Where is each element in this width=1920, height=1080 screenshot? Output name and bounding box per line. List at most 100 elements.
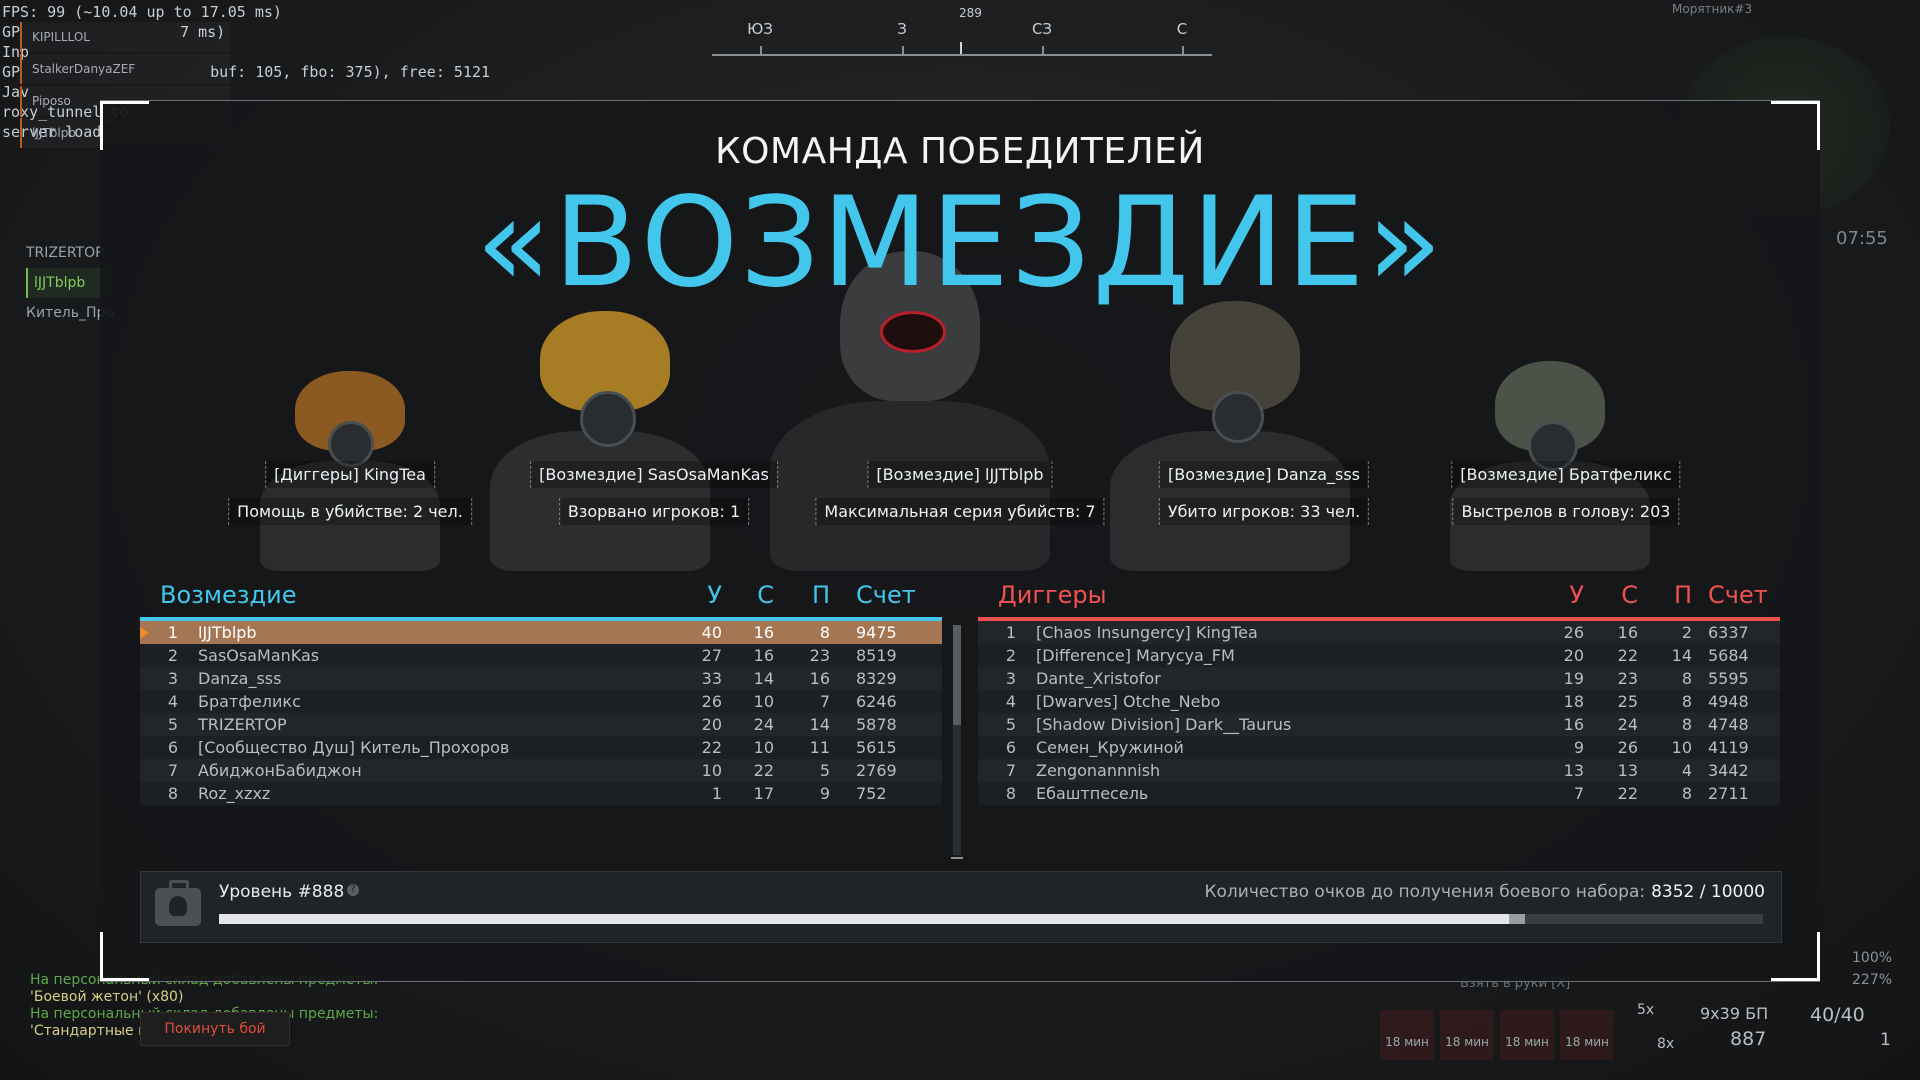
assists: 23 — [809, 646, 830, 665]
quick-slot[interactable]: 18 мин — [1440, 1010, 1494, 1060]
table-row[interactable]: 3 Danza_sss 33 14 16 8329 — [140, 667, 942, 690]
table-row-self[interactable]: 1 lJJTblpb 40 16 8 9475 — [140, 621, 942, 644]
deaths: 16 — [1617, 623, 1638, 642]
match-results-modal: КОМАНДА ПОБЕДИТЕЛЕЙ «ВОЗМЕЗДИЕ» [Диггеры… — [100, 100, 1820, 982]
assists: 8 — [1681, 784, 1692, 803]
assists: 8 — [819, 623, 830, 642]
mvp-stat: Максимальная серия убийств: 7 — [815, 498, 1105, 525]
table-row[interactable]: 4 [Dwarves] Otche_Nebo 18 25 8 4948 — [978, 690, 1780, 713]
kills: 9 — [1573, 738, 1584, 757]
gp2-line: GP — [2, 63, 21, 81]
minimap-name: Морятник#3 — [1672, 2, 1753, 16]
table-row[interactable]: 5 [Shadow Division] Dark__Taurus 16 24 8 4748 — [978, 713, 1780, 736]
player-name: Семен_Кружиной — [1036, 738, 1184, 757]
team-name: Возмездие — [160, 581, 297, 609]
kills: 26 — [701, 692, 722, 711]
player-name: Братфеликс — [198, 692, 301, 711]
deaths: 17 — [753, 784, 774, 803]
scrollbar-thumb[interactable] — [953, 625, 961, 725]
kills: 13 — [1563, 761, 1584, 780]
deaths: 13 — [1617, 761, 1638, 780]
col-assists: П — [811, 581, 830, 609]
medkit-count: 8x — [1657, 1036, 1675, 1052]
soldier-figure — [480, 281, 720, 571]
assists: 9 — [819, 784, 830, 803]
assists: 8 — [1681, 669, 1692, 688]
rank: 2 — [167, 646, 178, 665]
score: 4748 — [1708, 715, 1749, 734]
kills: 18 — [1563, 692, 1584, 711]
score: 5595 — [1708, 669, 1749, 688]
rank: 6 — [167, 738, 178, 757]
table-row[interactable]: 4 Братфеликс 26 10 7 6246 — [140, 690, 942, 713]
table-row[interactable]: 7 Zengonannnish 13 13 4 3442 — [978, 759, 1780, 782]
compass-label: СЗ — [1031, 20, 1053, 38]
table-row[interactable]: 6 Семен_Кружиной 9 26 10 4119 — [978, 736, 1780, 759]
assists: 14 — [1671, 646, 1692, 665]
kills: 33 — [701, 669, 722, 688]
score: 2769 — [856, 761, 897, 780]
mvp-player-name: [Возмездие] SasOsaManKas — [530, 461, 778, 488]
ammo-extra: 1 — [1880, 1030, 1891, 1050]
table-row[interactable]: 6 [Сообщество Душ] Китель_Прохоров 22 10 11 5… — [140, 736, 942, 759]
player-name: [Shadow Division] Dark__Taurus — [1036, 715, 1292, 734]
grenade-count: 5x — [1637, 1002, 1655, 1018]
assists: 8 — [1681, 692, 1692, 711]
kills: 26 — [1563, 623, 1584, 642]
player-name: Zengonannnish — [1036, 761, 1161, 780]
table-row[interactable]: 8 Ебаштпесель 7 22 8 2711 — [978, 782, 1780, 805]
player-name: Dante_Xristofor — [1036, 669, 1161, 688]
table-row[interactable]: 2 SasOsaManKas 27 16 23 8519 — [140, 644, 942, 667]
info-icon[interactable]: ? — [347, 884, 359, 896]
match-timer: 07:55 — [1836, 228, 1888, 249]
rank: 4 — [1005, 692, 1016, 711]
assists: 7 — [819, 692, 830, 711]
assists: 16 — [809, 669, 830, 688]
score: 4948 — [1708, 692, 1749, 711]
table-row[interactable]: 7 АбиджонБабиджон 10 22 5 2769 — [140, 759, 942, 782]
rank: 7 — [1005, 761, 1016, 780]
kills: 27 — [701, 646, 722, 665]
deaths: 24 — [753, 715, 774, 734]
deaths: 10 — [753, 738, 774, 757]
level-progress-bar — [219, 914, 1763, 924]
scoreboard-header: Диггеры У С П Счет — [978, 571, 1780, 617]
rank: 5 — [1005, 715, 1016, 734]
table-row[interactable]: 3 Dante_Xristofor 19 23 8 5595 — [978, 667, 1780, 690]
soldier-figure — [1440, 341, 1660, 571]
col-kills: У — [707, 581, 722, 609]
deaths: 22 — [1617, 646, 1638, 665]
leave-battle-button[interactable]: Покинуть бой — [140, 1012, 290, 1046]
player-name: [Сообщество Душ] Китель_Прохоров — [198, 738, 510, 757]
points-to-kit-value: 8352 / 10000 — [1651, 882, 1765, 902]
table-row[interactable]: 2 [Difference] Marycya_FM 20 22 14 5684 — [978, 644, 1780, 667]
col-score: Счет — [1708, 581, 1768, 609]
table-row[interactable]: 8 Roz_xzxz 1 17 9 752 — [140, 782, 942, 805]
party-member: KIPILLLOL — [20, 22, 230, 52]
scoreboard-scrollbar[interactable] — [951, 625, 963, 859]
level-label: Уровень #888 — [219, 882, 345, 902]
points-to-kit-label: Количество очков до получения боевого на… — [1204, 882, 1646, 902]
player-name: Ебаштпесель — [1036, 784, 1149, 803]
score: 3442 — [1708, 761, 1749, 780]
mvp-card: [Диггеры] KingTea Помощь в убийстве: 2 ч… — [228, 461, 472, 525]
mvp-card: [Возмездие] Danza_sss Убито игроков: 33 … — [1158, 461, 1370, 525]
quick-slot[interactable]: 18 мин — [1500, 1010, 1554, 1060]
mvp-player-name: [Возмездие] Братфеликс — [1451, 461, 1681, 488]
quick-slot[interactable]: 18 мин — [1380, 1010, 1434, 1060]
deaths: 25 — [1617, 692, 1638, 711]
level-progress-fill — [219, 914, 1525, 924]
soldier-figure — [1100, 281, 1360, 571]
scoreboard-rows: 1 [Chaos Insungercy] KingTea 26 16 2 6337 2 [Di… — [978, 621, 1780, 805]
score: 2711 — [1708, 784, 1749, 803]
table-row[interactable]: 1 [Chaos Insungercy] KingTea 26 16 2 6337 — [978, 621, 1780, 644]
rank: 8 — [1005, 784, 1016, 803]
mvp-card: [Возмездие] SasOsaManKas Взорвано игроко… — [530, 461, 778, 525]
quick-slot[interactable]: 18 мин — [1560, 1010, 1614, 1060]
table-row[interactable]: 5 TRIZERTOP 20 24 14 5878 — [140, 713, 942, 736]
assists: 10 — [1671, 738, 1692, 757]
mvp-stat: Убито игроков: 33 чел. — [1158, 498, 1370, 525]
player-name: [Dwarves] Otche_Nebo — [1036, 692, 1221, 711]
assists: 14 — [809, 715, 830, 734]
rank: 7 — [167, 761, 178, 780]
